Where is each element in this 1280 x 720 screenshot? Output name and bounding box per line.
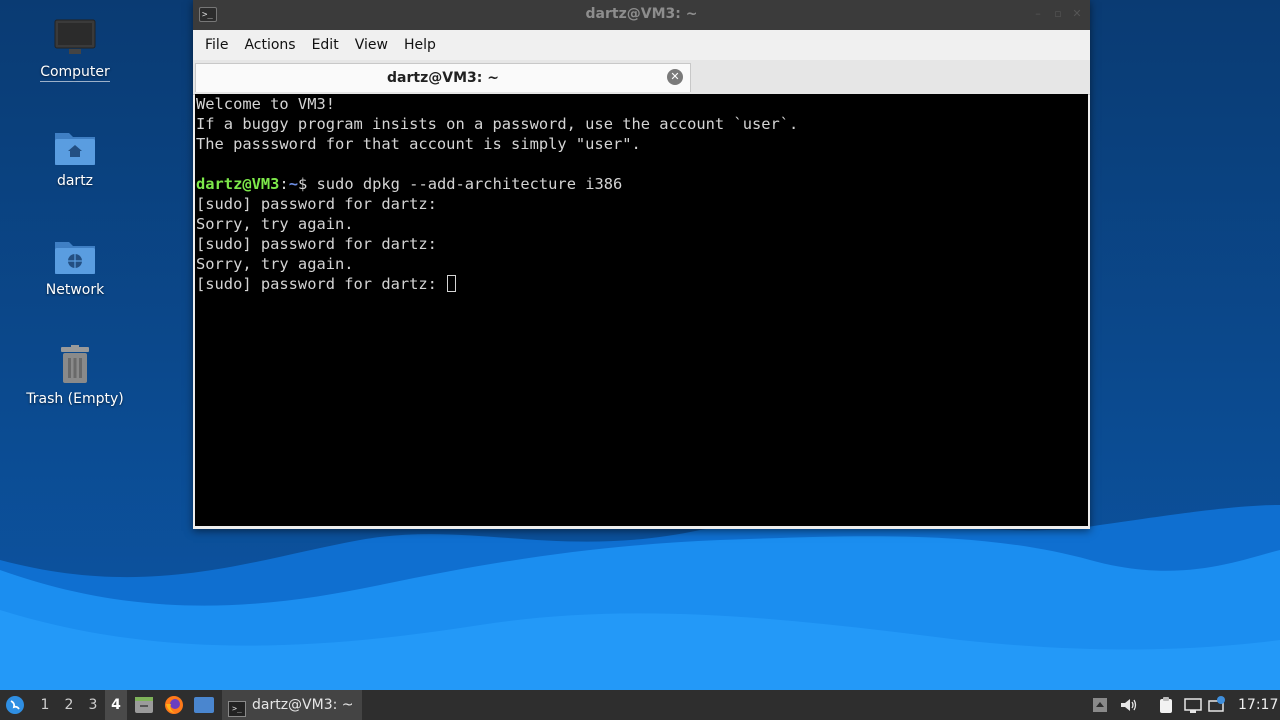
clipboard-icon[interactable] (1157, 696, 1175, 714)
command-text: sudo dpkg --add-architecture i386 (307, 175, 623, 193)
desktop-icon-label: Network (45, 282, 105, 298)
trash-icon (61, 345, 89, 383)
desktop-icon-label: dartz (56, 173, 94, 189)
output-line: Sorry, try again. (196, 215, 354, 233)
notification-icon[interactable] (1208, 696, 1226, 714)
tray-arrow-icon[interactable] (1091, 696, 1109, 714)
desktop-icon-network[interactable]: Network (20, 236, 130, 298)
workspace-3[interactable]: 3 (82, 690, 104, 720)
terminal-window: >_ dartz@VM3: ~ – ▫ ✕ File Actions Edit … (193, 0, 1090, 529)
maximize-icon[interactable]: ▫ (1051, 7, 1065, 21)
network-folder-icon (55, 242, 95, 274)
computer-icon (54, 19, 96, 54)
desktop-icon-label: Trash (Empty) (26, 391, 124, 407)
network-status-icon[interactable] (1184, 696, 1202, 714)
menu-edit[interactable]: Edit (304, 37, 347, 53)
show-desktop-icon[interactable] (193, 696, 215, 714)
prompt-colon: : (279, 175, 289, 193)
firefox-icon[interactable] (164, 695, 184, 715)
output-line: Sorry, try again. (196, 255, 354, 273)
current-line: [sudo] password for dartz: (196, 275, 447, 293)
desktop-icon-trash[interactable]: Trash (Empty) (20, 345, 130, 407)
window-titlebar[interactable]: >_ dartz@VM3: ~ – ▫ ✕ (193, 0, 1090, 30)
prompt-symbol: $ (297, 175, 308, 193)
workspace-1[interactable]: 1 (34, 690, 56, 720)
home-folder-icon (55, 133, 95, 165)
output-line: [sudo] password for dartz: (196, 235, 437, 253)
motd-line: Welcome to VM3! (196, 95, 335, 113)
volume-icon[interactable] (1119, 696, 1137, 714)
menu-actions[interactable]: Actions (236, 37, 303, 53)
start-menu-icon[interactable] (5, 695, 25, 715)
tab-close-icon[interactable]: ✕ (667, 69, 683, 85)
desktop-icon-label: Computer (40, 64, 110, 82)
taskbar-task-terminal[interactable]: >_ dartz@VM3: ~ (222, 690, 362, 720)
tab-label: dartz@VM3: ~ (387, 70, 499, 86)
desktop-icon-home[interactable]: dartz (20, 127, 130, 189)
menu-help[interactable]: Help (396, 37, 444, 53)
taskbar: 1 2 3 4 >_ dartz@VM3: ~ 17:17 (0, 690, 1280, 720)
prompt-user: dartz@VM3 (196, 175, 280, 193)
output-line: [sudo] password for dartz: (196, 195, 437, 213)
motd-line: If a buggy program insists on a password… (196, 115, 799, 133)
workspace-4[interactable]: 4 (105, 690, 127, 720)
desktop-icon-computer[interactable]: Computer (20, 18, 130, 82)
text-cursor (447, 275, 457, 292)
minimize-icon[interactable]: – (1031, 7, 1045, 21)
menu-file[interactable]: File (197, 37, 236, 53)
terminal-task-icon: >_ (228, 701, 246, 717)
task-label: dartz@VM3: ~ (252, 697, 354, 713)
window-title: dartz@VM3: ~ (585, 6, 698, 22)
close-icon[interactable]: ✕ (1070, 7, 1084, 21)
workspace-2[interactable]: 2 (58, 690, 80, 720)
menubar: File Actions Edit View Help (193, 30, 1090, 60)
tab-terminal[interactable]: dartz@VM3: ~ ✕ (195, 63, 691, 92)
menu-view[interactable]: View (347, 37, 396, 53)
tab-bar: dartz@VM3: ~ ✕ (193, 60, 1090, 95)
clock[interactable]: 17:17 (1238, 690, 1278, 720)
motd-line: The passsword for that account is simply… (196, 135, 641, 153)
file-manager-icon[interactable] (134, 696, 154, 714)
terminal-output[interactable]: Welcome to VM3! If a buggy program insis… (195, 94, 1088, 526)
prompt-path: ~ (288, 175, 298, 193)
